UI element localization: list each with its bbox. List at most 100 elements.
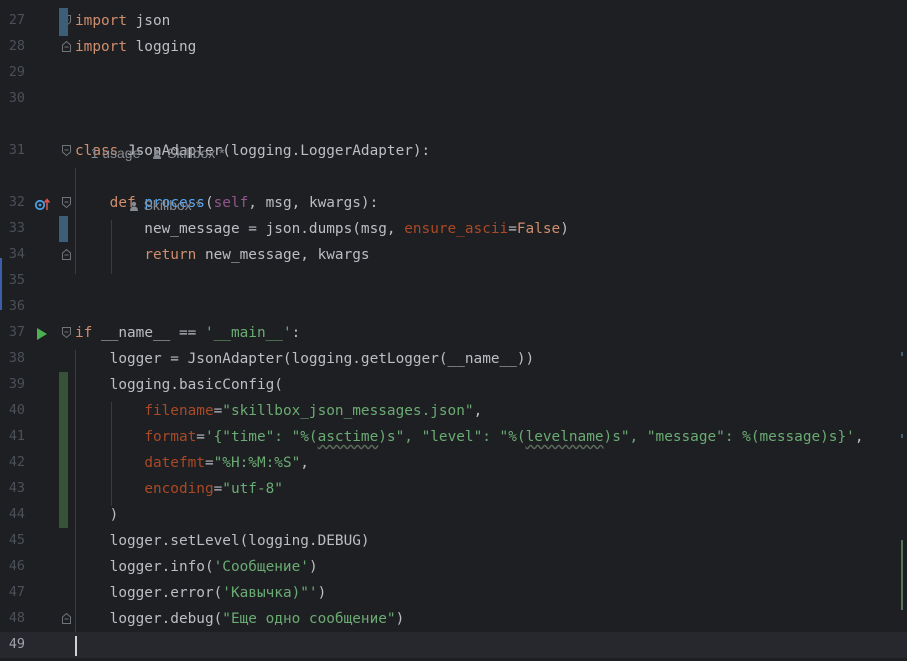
code-token: levelname xyxy=(525,429,604,445)
code-line[interactable]: 49 xyxy=(0,632,907,658)
fold-end-icon[interactable] xyxy=(62,249,71,260)
code-line[interactable]: 42 datefmt="%H:%M:%S", xyxy=(0,450,907,476)
fold-end-icon[interactable] xyxy=(62,41,71,52)
code-token: encoding xyxy=(144,481,214,497)
code-line[interactable]: 40 filename="skillbox_json_messages.json… xyxy=(0,398,907,424)
code-token: logging xyxy=(126,39,197,55)
line-code[interactable]: encoding="utf-8" xyxy=(75,476,283,502)
override-method-icon[interactable] xyxy=(34,196,50,212)
line-code[interactable]: logger = JsonAdapter(logging.getLogger(_… xyxy=(75,346,535,372)
scroll-marker[interactable] xyxy=(901,434,903,438)
scroll-marker[interactable] xyxy=(901,352,903,356)
line-number[interactable]: 38 xyxy=(0,346,25,372)
fold-start-icon[interactable] xyxy=(62,197,71,208)
code-token: 'Кавычка)"' xyxy=(222,585,318,601)
line-number[interactable]: 29 xyxy=(0,60,25,86)
code-line[interactable]: 39 logging.basicConfig( xyxy=(0,372,907,398)
method-author-hint[interactable]: Skillbox * xyxy=(113,166,201,244)
line-number[interactable]: 37 xyxy=(0,320,25,346)
code-token: , msg, kwargs): xyxy=(248,195,379,211)
code-token: ensure_ascii xyxy=(404,221,509,237)
line-code[interactable]: logger.info('Сообщение') xyxy=(75,554,318,580)
code-line[interactable]: 29 xyxy=(0,60,907,86)
line-code[interactable]: import logging xyxy=(75,34,196,60)
code-line[interactable]: 30 xyxy=(0,86,907,112)
line-number[interactable]: 34 xyxy=(0,242,25,268)
code-token: filename xyxy=(144,403,214,419)
code-token: 'Сообщение' xyxy=(213,559,309,575)
code-token: logger.info( xyxy=(75,559,214,575)
fold-start-icon[interactable] xyxy=(62,145,71,156)
code-line[interactable]: 37 if __name__ == '__main__': xyxy=(0,320,907,346)
line-code[interactable]: logger.error('Кавычка)"') xyxy=(75,580,327,606)
line-number[interactable]: 28 xyxy=(0,34,25,60)
modified-line-marker[interactable] xyxy=(59,216,68,242)
line-number[interactable]: 31 xyxy=(0,138,25,164)
code-token: )s", "level": "%( xyxy=(378,429,526,445)
code-line[interactable]: 36 xyxy=(0,294,907,320)
code-token: "skillbox_json_messages.json" xyxy=(222,403,474,419)
code-line[interactable]: 44 ) xyxy=(0,502,907,528)
code-line[interactable]: 45 logger.setLevel(logging.DEBUG) xyxy=(0,528,907,554)
line-code[interactable]: logger.debug("Еще одно сообщение") xyxy=(75,606,405,632)
line-number[interactable]: 49 xyxy=(0,632,25,658)
line-code[interactable]: format='{"time": "%(asctime)s", "level":… xyxy=(75,424,863,450)
scroll-marker[interactable] xyxy=(901,540,903,610)
line-code[interactable]: if __name__ == '__main__': xyxy=(75,320,300,346)
indent-guide xyxy=(75,350,76,632)
code-token: = xyxy=(204,455,214,471)
code-line[interactable]: 47 logger.error('Кавычка)"') xyxy=(0,580,907,606)
line-code[interactable]: logging.basicConfig( xyxy=(75,372,283,398)
code-token: "Еще одно сообщение" xyxy=(222,611,396,627)
code-token: logger.debug( xyxy=(75,611,223,627)
line-code[interactable]: logger.setLevel(logging.DEBUG) xyxy=(75,528,370,554)
line-number[interactable]: 39 xyxy=(0,372,25,398)
author-icon xyxy=(153,149,162,159)
line-number[interactable]: 43 xyxy=(0,476,25,502)
code-token: logger = JsonAdapter(logging.getLogger(_… xyxy=(75,351,535,367)
code-line[interactable]: 48 logger.debug("Еще одно сообщение") xyxy=(0,606,907,632)
line-number[interactable]: 48 xyxy=(0,606,25,632)
line-number[interactable]: 30 xyxy=(0,86,25,112)
line-number[interactable]: 42 xyxy=(0,450,25,476)
code-line[interactable]: 46 logger.info('Сообщение') xyxy=(0,554,907,580)
line-number[interactable]: 36 xyxy=(0,294,25,320)
line-code[interactable]: import json xyxy=(75,8,170,34)
fold-start-icon[interactable] xyxy=(62,327,71,338)
code-token: )s", "message": %(message)s}' xyxy=(603,429,855,445)
line-number[interactable]: 44 xyxy=(0,502,25,528)
code-line[interactable]: 27 import json xyxy=(0,8,907,34)
line-number[interactable]: 35 xyxy=(0,268,25,294)
line-number[interactable]: 33 xyxy=(0,216,25,242)
line-number[interactable]: 27 xyxy=(0,8,25,34)
code-line[interactable]: 38 logger = JsonAdapter(logging.getLogge… xyxy=(0,346,907,372)
fold-end-icon[interactable] xyxy=(62,613,71,624)
run-icon[interactable] xyxy=(34,326,50,342)
code-line[interactable]: 41 format='{"time": "%(asctime)s", "leve… xyxy=(0,424,907,450)
line-code[interactable]: return new_message, kwargs xyxy=(75,242,369,268)
added-lines-marker[interactable] xyxy=(59,372,68,528)
code-line[interactable]: 34 return new_message, kwargs xyxy=(0,242,907,268)
line-code[interactable]: filename="skillbox_json_messages.json", xyxy=(75,398,482,424)
line-number[interactable]: 45 xyxy=(0,528,25,554)
usage-count[interactable]: 1 usage xyxy=(91,145,141,161)
line-number[interactable]: 41 xyxy=(0,424,25,450)
code-token: False xyxy=(516,221,561,237)
code-token: "%H:%M:%S" xyxy=(213,455,301,471)
code-line[interactable]: 43 encoding="utf-8" xyxy=(0,476,907,502)
code-token: __name__ == xyxy=(101,325,205,341)
code-editor[interactable]: 27 import json 28 import logging 29 30 31 class… xyxy=(0,0,907,661)
indent-guide xyxy=(111,220,112,274)
modified-line-marker[interactable] xyxy=(59,8,68,36)
code-line[interactable]: 28 import logging xyxy=(0,34,907,60)
line-number[interactable]: 46 xyxy=(0,554,25,580)
line-number[interactable]: 47 xyxy=(0,580,25,606)
line-number[interactable]: 32 xyxy=(0,190,25,216)
indent-guide xyxy=(111,402,112,506)
code-token: = xyxy=(213,481,223,497)
code-line[interactable]: 35 xyxy=(0,268,907,294)
author-icon xyxy=(129,201,138,211)
line-number[interactable]: 40 xyxy=(0,398,25,424)
code-token: ) xyxy=(395,611,405,627)
